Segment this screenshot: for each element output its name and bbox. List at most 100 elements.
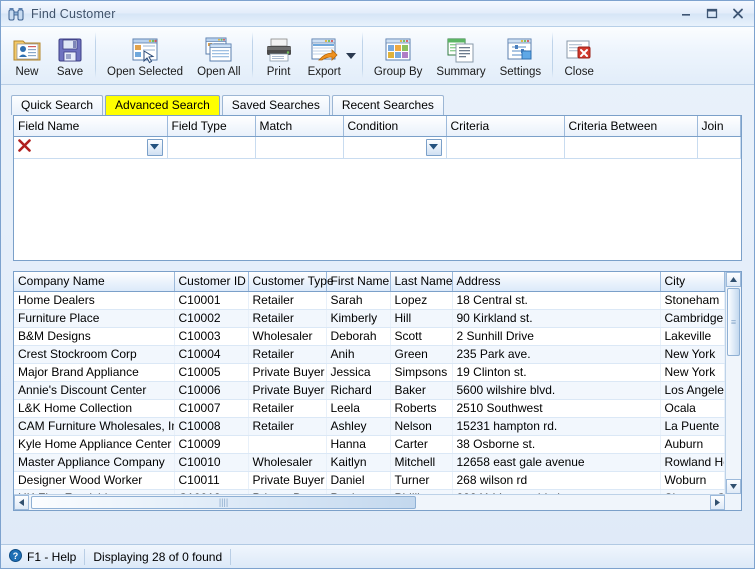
results-col-customer-id[interactable]: Customer ID: [174, 272, 249, 292]
criteria-cell-field-type[interactable]: [167, 136, 256, 159]
cell-city[interactable]: Cambridge: [660, 309, 725, 328]
table-row[interactable]: L&K Home Collection C10007 Retailer Leela Ro…: [14, 399, 725, 418]
tab-advanced-search[interactable]: Advanced Search: [105, 95, 220, 115]
cell-customer-type[interactable]: Retailer: [248, 345, 327, 364]
cell-address[interactable]: 235 Park ave.: [452, 345, 661, 364]
tab-quick-search[interactable]: Quick Search: [11, 95, 104, 115]
cell-customer-type[interactable]: Retailer: [248, 309, 327, 328]
cell-address[interactable]: 90 Kirkland st.: [452, 309, 661, 328]
table-row[interactable]: CAM Furniture Wholesales, Inc. C10008 Reta…: [14, 417, 725, 436]
cell-company-name[interactable]: B&M Designs: [14, 327, 175, 346]
open-all-button[interactable]: Open All: [190, 30, 247, 82]
scroll-down-button[interactable]: [726, 479, 741, 494]
cell-first-name[interactable]: Hanna: [326, 435, 391, 454]
criteria-col-criteria[interactable]: Criteria: [446, 116, 565, 137]
cell-first-name[interactable]: Sarah: [326, 291, 391, 310]
horizontal-scroll-thumb[interactable]: ||||: [31, 496, 416, 509]
results-col-last-name[interactable]: Last Name: [390, 272, 453, 292]
cell-customer-type[interactable]: Retailer: [248, 417, 327, 436]
cell-city[interactable]: Stoneham: [660, 291, 725, 310]
criteria-cell-field-name[interactable]: [14, 136, 168, 159]
criteria-col-condition[interactable]: Condition: [343, 116, 447, 137]
cell-city[interactable]: New York: [660, 363, 725, 382]
cell-last-name[interactable]: Hill: [390, 309, 453, 328]
criteria-col-join[interactable]: Join: [697, 116, 741, 137]
cell-customer-id[interactable]: C10002: [174, 309, 249, 328]
table-row[interactable]: Annie's Discount Center C10006 Private Buy…: [14, 381, 725, 400]
cell-company-name[interactable]: CAM Furniture Wholesales, Inc.: [14, 417, 175, 436]
cell-first-name[interactable]: Anih: [326, 345, 391, 364]
cell-customer-id[interactable]: C10008: [174, 417, 249, 436]
table-row[interactable]: Major Brand Appliance C10005 Private Buyer…: [14, 363, 725, 382]
cell-company-name[interactable]: Home Dealers: [14, 291, 175, 310]
table-row[interactable]: Home Dealers C10001 Retailer Sarah Lopez 18 C…: [14, 291, 725, 310]
criteria-col-criteria-between[interactable]: Criteria Between: [564, 116, 698, 137]
cell-last-name[interactable]: Scott: [390, 327, 453, 346]
close-button[interactable]: [726, 3, 750, 23]
cell-address[interactable]: 38 Osborne st.: [452, 435, 661, 454]
red-x-delete-icon[interactable]: [18, 139, 31, 155]
criteria-cell-match[interactable]: [255, 136, 344, 159]
cell-customer-id[interactable]: C10009: [174, 435, 249, 454]
cell-last-name[interactable]: Mitchell: [390, 453, 453, 472]
cell-city[interactable]: New York: [660, 345, 725, 364]
table-row[interactable]: Kyle Home Appliance Center C10009 Hanna Car…: [14, 435, 725, 454]
cell-first-name[interactable]: Ashley: [326, 417, 391, 436]
cell-customer-id[interactable]: C10007: [174, 399, 249, 418]
cell-customer-id[interactable]: C10003: [174, 327, 249, 346]
cell-customer-type[interactable]: Retailer: [248, 399, 327, 418]
cell-address[interactable]: 19 Clinton st.: [452, 363, 661, 382]
open-selected-button[interactable]: Open Selected: [100, 30, 190, 82]
cell-address[interactable]: 268 wilson rd: [452, 471, 661, 490]
maximize-button[interactable]: [700, 3, 724, 23]
cell-first-name[interactable]: Leela: [326, 399, 391, 418]
criteria-cell-join[interactable]: [697, 136, 741, 159]
table-row[interactable]: Designer Wood Worker C10011 Private Buyer D…: [14, 471, 725, 490]
cell-address[interactable]: 18 Central st.: [452, 291, 661, 310]
results-col-city[interactable]: City: [660, 272, 725, 292]
cell-customer-id[interactable]: C10010: [174, 453, 249, 472]
cell-last-name[interactable]: Baker: [390, 381, 453, 400]
cell-address[interactable]: 5600 wilshire blvd.: [452, 381, 661, 400]
cell-customer-type[interactable]: Private Buyer: [248, 381, 327, 400]
tab-recent-searches[interactable]: Recent Searches: [331, 95, 444, 115]
vertical-scroll-thumb[interactable]: ≡: [727, 288, 740, 356]
cell-first-name[interactable]: Kaitlyn: [326, 453, 391, 472]
criteria-col-field-type[interactable]: Field Type: [167, 116, 256, 137]
results-vertical-scrollbar[interactable]: ≡: [725, 272, 741, 494]
cell-company-name[interactable]: Crest Stockroom Corp: [14, 345, 175, 364]
cell-customer-id[interactable]: C10011: [174, 471, 249, 490]
cell-city[interactable]: Los Angeles: [660, 381, 725, 400]
results-col-company-name[interactable]: Company Name: [14, 272, 175, 292]
cell-city[interactable]: Lakeville: [660, 327, 725, 346]
cell-last-name[interactable]: Carter: [390, 435, 453, 454]
cell-city[interactable]: Rowland Hei: [660, 453, 725, 472]
cell-company-name[interactable]: Master Appliance Company: [14, 453, 175, 472]
table-row[interactable]: Crest Stockroom Corp C10004 Retailer Anih Gr…: [14, 345, 725, 364]
results-col-customer-type[interactable]: Customer Type: [248, 272, 334, 292]
minimize-button[interactable]: [674, 3, 698, 23]
group-by-button[interactable]: Group By: [367, 30, 430, 82]
export-dropdown-button[interactable]: [344, 30, 358, 82]
field-name-dropdown-button[interactable]: [146, 138, 163, 156]
table-row[interactable]: Master Appliance Company C10010 Wholesaler…: [14, 453, 725, 472]
cell-city[interactable]: Ocala: [660, 399, 725, 418]
cell-first-name[interactable]: Richard: [326, 381, 391, 400]
scroll-up-button[interactable]: [726, 272, 741, 287]
cell-last-name[interactable]: Lopez: [390, 291, 453, 310]
cell-last-name[interactable]: Simpsons: [390, 363, 453, 382]
table-row[interactable]: Furniture Place C10002 Retailer Kimberly Hil…: [14, 309, 725, 328]
cell-customer-type[interactable]: Wholesaler: [248, 327, 327, 346]
cell-company-name[interactable]: L&K Home Collection: [14, 399, 175, 418]
cell-address[interactable]: 15231 hampton rd.: [452, 417, 661, 436]
condition-dropdown-button[interactable]: [425, 138, 442, 156]
cell-city[interactable]: Woburn: [660, 471, 725, 490]
scroll-left-button[interactable]: [14, 495, 29, 510]
cell-address[interactable]: 2510 Southwest: [452, 399, 661, 418]
criteria-cell-condition[interactable]: [343, 136, 447, 159]
cell-first-name[interactable]: Jessica: [326, 363, 391, 382]
print-button[interactable]: Print: [257, 30, 301, 82]
cell-company-name[interactable]: Major Brand Appliance: [14, 363, 175, 382]
settings-button[interactable]: Settings: [493, 30, 549, 82]
cell-customer-id[interactable]: C10006: [174, 381, 249, 400]
